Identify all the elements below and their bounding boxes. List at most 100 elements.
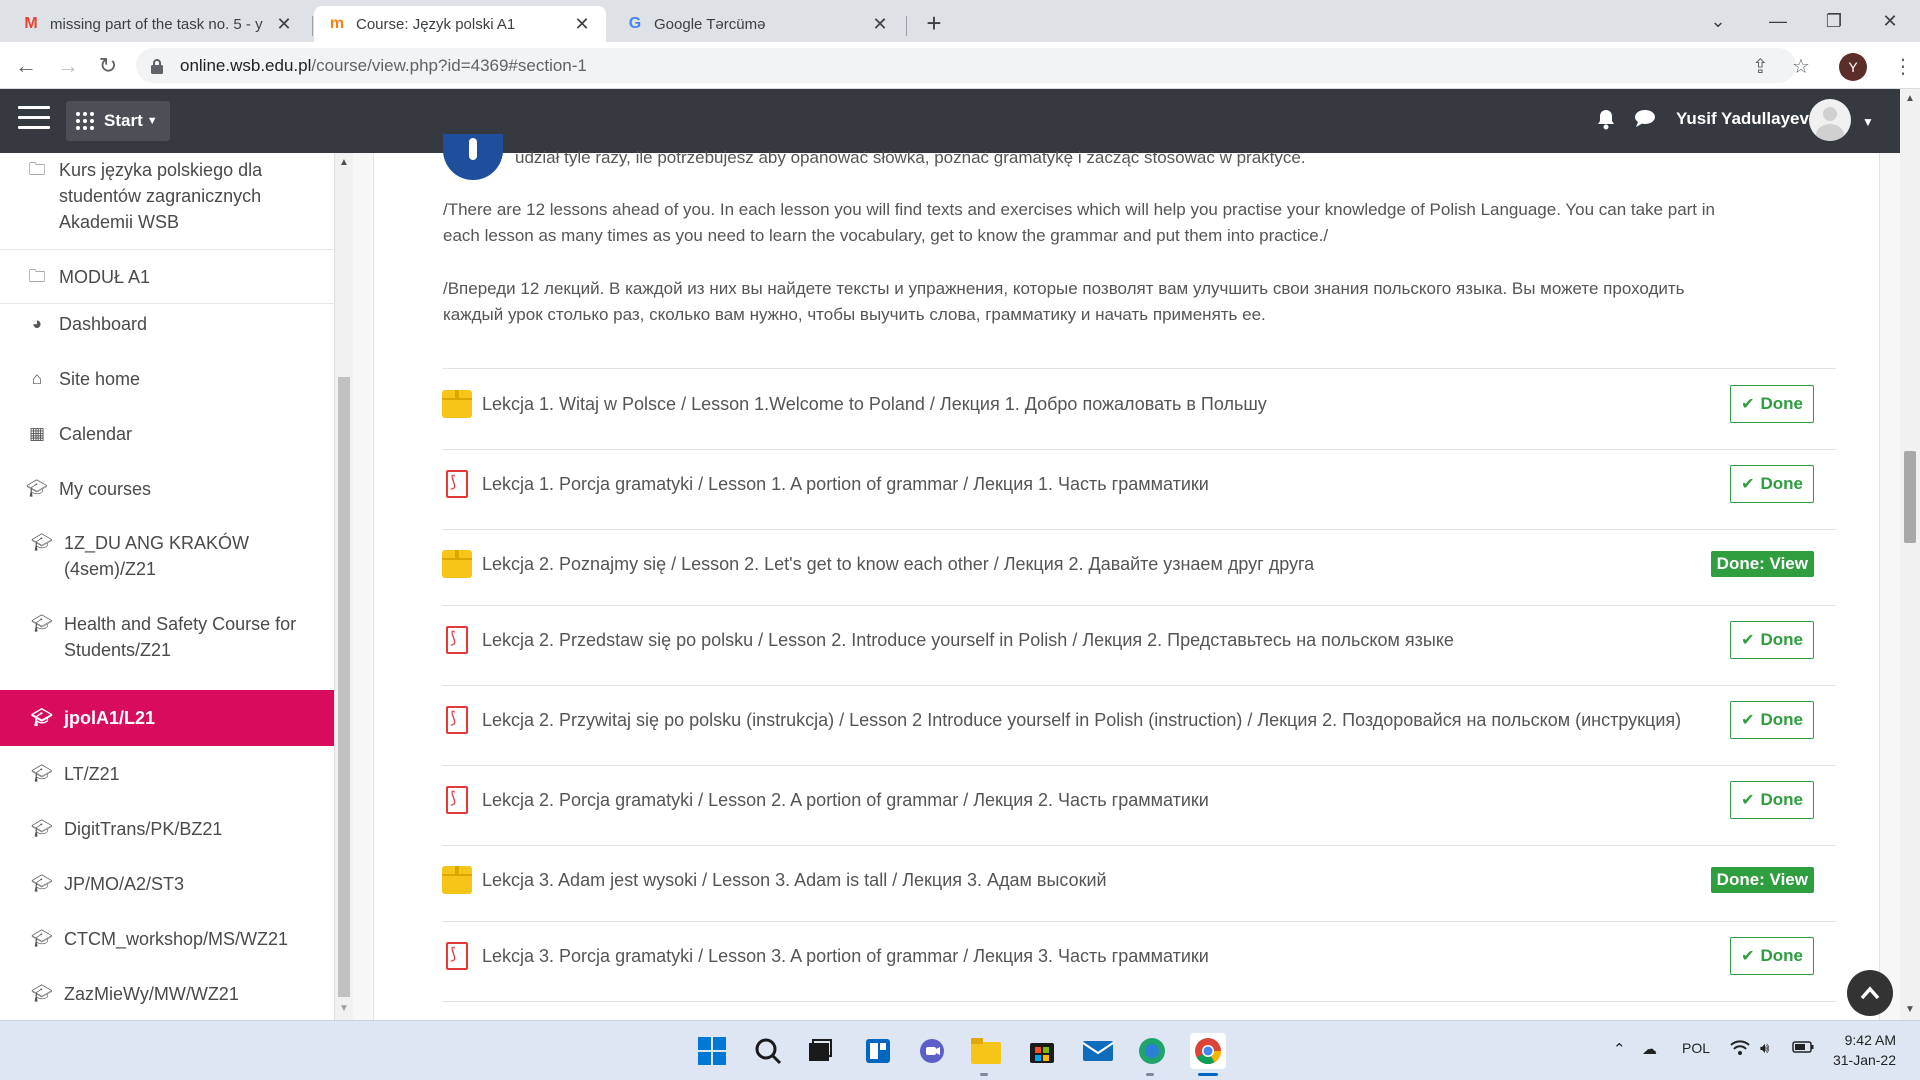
drawer-item-my-courses[interactable]: 🎓︎ My courses [0,476,334,502]
drawer-item-label: JP/MO/A2/ST3 [64,874,185,894]
restore-icon[interactable]: ❐ [1806,0,1862,42]
activity-link[interactable]: Lekcja 2. Przedstaw się po polsku / Less… [482,630,1454,651]
task-view-icon[interactable] [802,1033,838,1069]
window-close-icon[interactable]: ✕ [1862,0,1918,42]
drawer-item-label: 1Z_DU ANG KRAKÓW (4sem)/Z21 [64,533,250,579]
activity-link[interactable]: Lekcja 2. Przywitaj się po polsku (instr… [482,710,1681,731]
microsoft-store-icon[interactable] [1024,1033,1060,1069]
minimize-icon[interactable]: — [1750,0,1806,42]
file-explorer-icon[interactable] [968,1033,1004,1069]
drawer-item-course-active[interactable]: 🎓︎ jpolA1/L21 [0,690,334,746]
edge-icon[interactable] [1134,1033,1170,1069]
drawer-item-module-a1[interactable]: 🗀 MODUŁ A1 [0,264,334,290]
graduation-cap-icon: 🎓︎ [31,614,53,633]
activity-link[interactable]: Lekcja 3. Porcja gramatyki / Lesson 3. A… [482,946,1209,967]
done-button[interactable]: ✔ Done [1730,701,1814,739]
drawer-item-course[interactable]: 🎓︎ CTCM_workshop/MS/WZ21 [0,926,334,952]
wifi-icon[interactable] [1730,1040,1750,1060]
system-clock[interactable]: 9:42 AM 31-Jan-22 [1832,1030,1896,1070]
done-button[interactable]: ✔ Done [1730,781,1814,819]
user-name[interactable]: Yusif Yadullayev [1676,109,1809,129]
intro-russian-line-2: каждый урок столько раз, сколько вам нуж… [443,305,1266,324]
drawer-item-course[interactable]: 🎓︎ Health and Safety Course for Students… [0,611,334,663]
drawer-item-course[interactable]: 🎓︎ DigitTrans/PK/BZ21 [0,816,334,842]
battery-icon[interactable] [1792,1040,1814,1057]
clock-date: 31-Jan-22 [1832,1052,1896,1068]
running-indicator [980,1073,988,1076]
done-button[interactable]: ✔ Done [1730,465,1814,503]
clock-time: 9:42 AM [1844,1032,1896,1048]
activity-link[interactable]: Lekcja 2. Porcja gramatyki / Lesson 2. A… [482,790,1209,811]
scroll-up-arrow-icon[interactable]: ▲ [339,157,349,168]
tab-translate[interactable]: G Google Tərcümə ✕ [612,6,904,42]
lock-icon [150,58,164,74]
user-avatar[interactable] [1809,99,1851,141]
activity-row: Lekcja 2. Porcja gramatyki / Lesson 2. A… [442,781,1836,819]
tray-overflow-chevron-icon[interactable]: ⌃ [1613,1040,1626,1058]
graduation-cap-icon: 🎓︎ [31,984,53,1003]
done-view-badge[interactable]: Done: View [1710,867,1814,893]
drawer-item-label: My courses [59,479,152,499]
activity-link[interactable]: Lekcja 3. Adam jest wysoki / Lesson 3. A… [482,870,1107,891]
drawer-item-course[interactable]: 🎓︎ 1Z_DU ANG KRAKÓW (4sem)/Z21 [0,530,334,582]
divider [0,249,334,250]
close-icon[interactable]: ✕ [572,14,592,35]
moodle-icon: m [329,15,345,32]
profile-avatar[interactable]: Y [1839,53,1867,81]
tab-course[interactable]: m Course: Język polski A1 ✕ [314,6,606,42]
drawer-item-course[interactable]: 🎓︎ JP/MO/A2/ST3 [0,871,334,897]
speaker-icon[interactable]: 🔊︎ [1760,1040,1769,1057]
done-label: Done [1760,710,1804,729]
close-icon[interactable]: ✕ [274,14,294,35]
language-indicator[interactable]: POL [1682,1040,1710,1056]
hamburger-menu-icon[interactable] [18,106,50,134]
drawer-item-course[interactable]: 🎓︎ ZazMieWy/MW/WZ21 [0,981,334,1007]
done-button[interactable]: ✔ Done [1730,385,1814,423]
tab-gmail[interactable]: M missing part of the task no. 5 - y ✕ [8,6,308,42]
search-icon[interactable] [750,1033,786,1069]
caret-down-icon[interactable]: ▼ [1862,115,1874,129]
kebab-menu-icon[interactable]: ⋮ [1893,54,1913,79]
drawer-item-site-home[interactable]: ⌂ Site home [0,366,334,392]
teams-chat-icon[interactable] [914,1033,950,1069]
chat-bubble-icon[interactable] [1634,108,1656,134]
tab-search-chevron-icon[interactable]: ⌄ [1690,0,1746,42]
drawer-item-dashboard[interactable]: ◕ Dashboard [0,311,334,337]
pdf-icon [442,625,472,655]
scroll-down-arrow-icon[interactable]: ▼ [339,1003,349,1014]
bell-icon[interactable] [1596,108,1616,136]
drawer-item-calendar[interactable]: ▦ Calendar [0,421,334,447]
mail-icon[interactable] [1080,1033,1116,1069]
drawer-item-course-folder[interactable]: 🗀 Kurs języka polskiego dla studentów za… [0,157,334,235]
bookmark-star-icon[interactable]: ☆ [1792,54,1810,79]
page-scrollbar[interactable]: ▲ ▼ [1900,89,1920,1020]
activity-link[interactable]: Lekcja 1. Witaj w Polsce / Lesson 1.Welc… [482,394,1267,415]
active-indicator [1198,1073,1218,1076]
chrome-icon[interactable] [1190,1033,1226,1069]
scrollbar-thumb[interactable] [338,377,350,997]
drawer-item-course[interactable]: 🎓︎ LT/Z21 [0,761,334,787]
share-icon[interactable]: ⇪ [1752,54,1769,79]
close-icon[interactable]: ✕ [870,14,890,35]
start-menu-button[interactable]: Start ▼ [66,101,170,141]
activity-row: Lekcja 2. Przedstaw się po polsku / Less… [442,621,1836,659]
scrollbar-thumb[interactable] [1904,451,1916,543]
scroll-down-arrow-icon[interactable]: ▼ [1905,1004,1915,1015]
address-bar[interactable]: online.wsb.edu.pl/course/view.php?id=436… [136,48,1796,83]
widgets-icon[interactable] [860,1033,896,1069]
new-tab-button[interactable]: + [918,8,950,40]
windows-start-icon[interactable] [694,1033,730,1069]
done-view-badge[interactable]: Done: View [1710,551,1814,577]
activity-link[interactable]: Lekcja 2. Poznajmy się / Lesson 2. Let's… [482,554,1314,575]
done-button[interactable]: ✔ Done [1730,937,1814,975]
back-arrow-icon[interactable]: ← [10,50,42,82]
activity-link[interactable]: Lekcja 1. Porcja gramatyki / Lesson 1. A… [482,474,1209,495]
done-label: Done [1760,790,1804,809]
back-to-top-button[interactable] [1847,970,1893,1016]
onedrive-cloud-icon[interactable]: ☁ [1642,1040,1657,1058]
scroll-up-arrow-icon[interactable]: ▲ [1905,93,1915,104]
done-button[interactable]: ✔ Done [1730,621,1814,659]
forward-arrow-icon[interactable]: → [52,50,84,82]
reload-icon[interactable]: ↻ [92,50,124,82]
drawer-scrollbar[interactable]: ▲ ▼ [335,153,353,1020]
